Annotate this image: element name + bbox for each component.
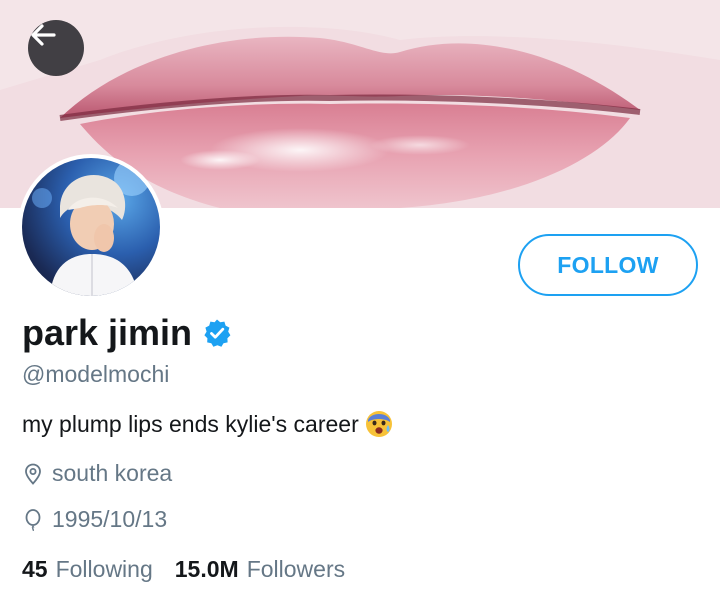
followers-count: 15.0M: [174, 556, 239, 582]
follow-button[interactable]: FOLLOW: [518, 234, 698, 296]
followers-label: Followers: [246, 556, 346, 582]
following-label: Following: [55, 556, 153, 582]
profile-stats: 45 Following 15.0M Followers: [22, 554, 345, 584]
avatar-photo: [22, 158, 160, 296]
balloon-icon: [22, 508, 44, 532]
followers-stat[interactable]: 15.0M Followers: [175, 554, 345, 584]
location-text: south korea: [52, 460, 173, 486]
following-count: 45: [22, 556, 48, 582]
profile-bio: my plump lips ends kylie's career: [22, 408, 393, 440]
location-pin-icon: [22, 462, 44, 485]
birthday-text: 1995/10/13: [52, 506, 168, 532]
profile-name-row: park jimin: [22, 310, 232, 356]
following-stat[interactable]: 45 Following: [22, 554, 153, 584]
profile-location: south korea: [22, 458, 172, 488]
display-name: park jimin: [22, 312, 193, 353]
profile-birthday: 1995/10/13: [22, 504, 167, 534]
anxious-face-emoji-icon: [365, 410, 393, 438]
avatar[interactable]: [18, 154, 164, 300]
back-arrow-icon: [31, 24, 56, 46]
bio-text: my plump lips ends kylie's career: [22, 411, 359, 437]
back-button[interactable]: [28, 20, 84, 76]
verified-badge-icon: [202, 318, 232, 348]
profile-page: FOLLOW park jimin @modelmochi my plump l…: [0, 0, 720, 607]
profile-handle: @modelmochi: [22, 361, 170, 387]
